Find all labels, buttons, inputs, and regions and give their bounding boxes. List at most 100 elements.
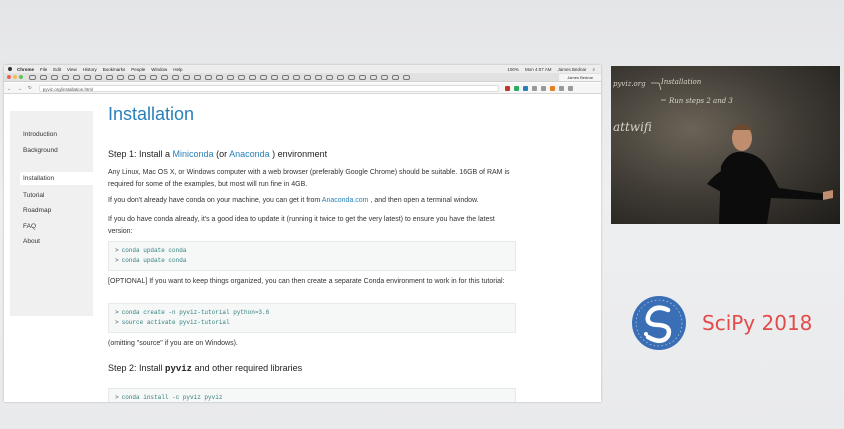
code-text: conda update conda [121, 257, 187, 264]
sidebar-item-roadmap[interactable]: Roadmap [23, 207, 51, 214]
sidebar-nav: Introduction Background Installation Tut… [10, 111, 93, 316]
speaker-video: pyviz.org Installation Run steps 2 and 3… [611, 66, 840, 224]
tab-icon[interactable] [84, 74, 91, 80]
extension-icon[interactable] [549, 85, 555, 91]
code-line: > conda update conda [115, 257, 187, 264]
paragraph-text: , and then open a terminal window. [368, 197, 479, 204]
web-page: Introduction Background Installation Tut… [4, 94, 601, 402]
sidebar-item-introduction[interactable]: Introduction [23, 131, 57, 138]
step2-heading: Step 2: Install pyviz and other required… [108, 363, 302, 374]
code-block-install[interactable]: > conda install -c pyviz pyviz [108, 388, 516, 402]
user-profile-chip[interactable]: James Bednar [559, 73, 601, 81]
extension-icon[interactable] [558, 85, 564, 91]
menu-people[interactable]: People [131, 67, 145, 72]
tab-icon[interactable] [337, 74, 344, 80]
tab-icon[interactable] [326, 74, 333, 80]
menu-view[interactable]: View [67, 67, 77, 72]
extension-icon[interactable] [504, 85, 510, 91]
menu-app[interactable]: Chrome [17, 67, 34, 72]
page-title: Installation [108, 104, 195, 124]
step1-heading: Step 1: Install a Miniconda (or Anaconda… [108, 149, 327, 159]
minimize-window-icon[interactable] [13, 75, 17, 79]
macos-menubar: Chrome File Edit View History Bookmarks … [4, 65, 601, 73]
tab-icon[interactable] [249, 74, 256, 80]
sidebar-item-tutorial[interactable]: Tutorial [23, 192, 44, 199]
tab-icon[interactable] [117, 74, 124, 80]
extension-icon[interactable] [522, 85, 528, 91]
tab-icon[interactable] [304, 74, 311, 80]
tab-icon[interactable] [150, 74, 157, 80]
sidebar-item-installation[interactable]: Installation [23, 175, 54, 182]
url-field[interactable]: pyviz.org/installation.html [38, 84, 499, 92]
clock[interactable]: Mon 4:07 AM [525, 67, 552, 72]
code-block-update[interactable]: > conda update conda > conda update conda [108, 241, 516, 271]
tab-icon[interactable] [194, 74, 201, 80]
tab-icon[interactable] [106, 74, 113, 80]
tab-icon[interactable] [40, 74, 47, 80]
menu-icon[interactable] [567, 85, 573, 91]
forward-icon[interactable]: → [18, 86, 23, 91]
zoom-window-icon[interactable] [19, 75, 23, 79]
tab-icon[interactable] [403, 74, 410, 80]
menu-history[interactable]: History [83, 67, 97, 72]
tab-icon[interactable] [139, 74, 146, 80]
step1-text: Step 1: Install a [108, 149, 173, 159]
apple-icon[interactable] [8, 67, 12, 71]
tab-icon[interactable] [62, 74, 69, 80]
tab-icon[interactable] [128, 74, 135, 80]
tab-icon[interactable] [381, 74, 388, 80]
code-block-create-env[interactable]: > conda create -n pyviz-tutorial python=3… [108, 303, 516, 333]
sidebar-item-faq[interactable]: FAQ [23, 223, 36, 230]
tab-icon[interactable] [51, 74, 58, 80]
tab-icon[interactable] [282, 74, 289, 80]
code-text: source activate pyviz-tutorial [121, 319, 230, 326]
anaconda-com-link[interactable]: Anaconda.com [322, 197, 369, 204]
windows-note-paragraph: (omitting "source" if you are on Windows… [108, 340, 238, 347]
reload-icon[interactable]: ↻ [28, 85, 32, 91]
user-name[interactable]: James Bednar [557, 67, 586, 72]
tab-icon[interactable] [73, 74, 80, 80]
close-window-icon[interactable] [7, 75, 11, 79]
tab-icon[interactable] [370, 74, 377, 80]
tab-icon[interactable] [315, 74, 322, 80]
extension-icon[interactable] [531, 85, 537, 91]
tab-icon[interactable] [392, 74, 399, 80]
scipy-snake-icon [632, 296, 686, 350]
search-icon[interactable]: ⌕ [592, 67, 595, 72]
tab-icon[interactable] [95, 74, 102, 80]
tab-icon[interactable] [216, 74, 223, 80]
extension-icon[interactable] [540, 85, 546, 91]
tab-icon[interactable] [205, 74, 212, 80]
tab-icon[interactable] [271, 74, 278, 80]
tab-icon[interactable] [238, 74, 245, 80]
step2-text: and other required libraries [192, 363, 303, 373]
get-conda-paragraph: If you don't already have conda on your … [108, 195, 518, 207]
tab-icon[interactable] [348, 74, 355, 80]
anaconda-link[interactable]: Anaconda [229, 149, 270, 159]
tab-icon[interactable] [293, 74, 300, 80]
menu-bookmarks[interactable]: Bookmarks [103, 67, 126, 72]
address-bar: ← → ↻ pyviz.org/installation.html [4, 83, 601, 94]
update-conda-paragraph: If you do have conda already, it's a goo… [108, 216, 495, 235]
code-text: conda create -n pyviz-tutorial python=3.… [121, 309, 270, 316]
tab-icon[interactable] [161, 74, 168, 80]
menu-file[interactable]: File [40, 67, 47, 72]
back-icon[interactable]: ← [7, 86, 12, 91]
tab-icon[interactable] [183, 74, 190, 80]
code-text: conda update conda [121, 247, 187, 254]
requirements-paragraph: Any Linux, Mac OS X, or Windows computer… [108, 169, 510, 188]
menu-help[interactable]: Help [173, 67, 182, 72]
sidebar-item-about[interactable]: About [23, 238, 40, 245]
tab-icon[interactable] [359, 74, 366, 80]
menu-window[interactable]: Window [151, 67, 167, 72]
tab-icon[interactable] [29, 74, 36, 80]
menu-edit[interactable]: Edit [53, 67, 61, 72]
sidebar-item-background[interactable]: Background [23, 147, 58, 154]
battery-status[interactable]: 100% [507, 67, 519, 72]
pyviz-code: pyviz [165, 364, 193, 374]
extension-icon[interactable] [513, 85, 519, 91]
miniconda-link[interactable]: Miniconda [173, 149, 214, 159]
tab-icon[interactable] [260, 74, 267, 80]
tab-icon[interactable] [172, 74, 179, 80]
tab-icon[interactable] [227, 74, 234, 80]
